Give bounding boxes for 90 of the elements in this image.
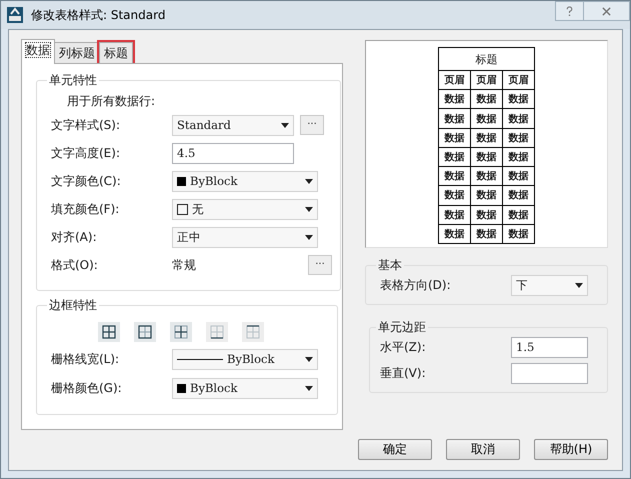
- table-cell: 数据: [439, 148, 471, 166]
- table-cell: 数据: [471, 224, 503, 243]
- header-cell-text: 页眉: [508, 74, 530, 88]
- table-cell-text: 数据: [507, 208, 530, 223]
- header-cell: 页眉: [439, 71, 471, 90]
- field-label: 文字颜色(C):: [51, 172, 122, 190]
- dialog-button[interactable]: 取消: [446, 439, 520, 460]
- field-label: 对齐(A):: [51, 228, 98, 246]
- help-button[interactable]: [555, 1, 584, 21]
- grid-border-icon: [102, 325, 116, 339]
- input-field[interactable]: 4.5: [172, 142, 294, 164]
- table-cell-text: 数据: [507, 112, 530, 127]
- group-title: 基本: [377, 257, 403, 274]
- caret-icon: [305, 356, 313, 362]
- field-value: 常规: [172, 256, 197, 274]
- field-label: 文字高度(E):: [51, 144, 121, 162]
- table-cell: 数据: [439, 206, 471, 224]
- input-field[interactable]: 1.5: [511, 336, 588, 358]
- grid-border-icon: [174, 325, 188, 339]
- table-cell: 数据: [439, 224, 471, 243]
- table-cell-text: 数据: [507, 188, 530, 204]
- field-label: 栅格颜色(G):: [51, 380, 123, 396]
- caret-icon: [305, 206, 313, 212]
- tab[interactable]: 标题: [99, 42, 133, 63]
- border-button[interactable]: [170, 322, 192, 342]
- color-swatch-icon: [177, 384, 186, 392]
- dialog-button[interactable]: 帮助(H): [534, 439, 608, 460]
- table-cell: 数据: [471, 167, 503, 186]
- table-cell-text: 数据: [507, 150, 530, 165]
- table-cell: 数据: [439, 186, 471, 205]
- line-sample-icon: [177, 358, 223, 360]
- grid-border-icon: [138, 325, 152, 339]
- group-title: 单元特性: [48, 72, 98, 89]
- dropdown[interactable]: ByBlock: [172, 378, 318, 398]
- table-cell: 数据: [471, 109, 503, 128]
- app-icon: [7, 7, 23, 23]
- table-cell: 数据: [439, 167, 471, 186]
- border-button[interactable]: [98, 322, 120, 342]
- header-cell: 页眉: [471, 71, 503, 90]
- grid-border-icon: [210, 325, 224, 339]
- table-title: 标题: [439, 48, 534, 71]
- table-cell-text: 数据: [507, 228, 530, 242]
- browse-button[interactable]: ...: [300, 115, 324, 135]
- caret-icon: [575, 282, 583, 288]
- table-cell: 数据: [471, 148, 503, 166]
- field-label: 格式(O):: [51, 256, 99, 274]
- table-cell: 数据: [471, 206, 503, 224]
- field-label: 栅格线宽(L):: [51, 350, 120, 368]
- group-note: 用于所有数据行:: [67, 93, 156, 110]
- tab[interactable]: 数据: [21, 39, 55, 64]
- table-cell-text: 数据: [507, 170, 530, 184]
- group-title: 单元边距: [377, 319, 427, 336]
- field-label: 文字样式(S):: [51, 116, 122, 134]
- close-button[interactable]: [584, 1, 630, 21]
- table-cell: 数据: [471, 90, 503, 108]
- field-label: 水平(Z):: [380, 338, 427, 356]
- caret-icon: [305, 386, 313, 390]
- border-button[interactable]: [206, 322, 228, 342]
- table-cell: 数据: [439, 90, 471, 108]
- dropdown[interactable]: ByBlock: [172, 170, 318, 192]
- dropdown[interactable]: Standard: [172, 114, 294, 136]
- field-label: 垂直(V):: [380, 364, 427, 382]
- close-icon: [602, 6, 611, 16]
- input-field[interactable]: [511, 362, 588, 384]
- dropdown[interactable]: 无: [172, 198, 318, 220]
- table-cell: 数据: [471, 186, 503, 205]
- grid-border-icon: [246, 325, 260, 339]
- tab[interactable]: 列标题: [54, 42, 100, 63]
- browse-button[interactable]: ...: [308, 255, 332, 275]
- field-label: 表格方向(D):: [380, 276, 452, 294]
- border-button[interactable]: [242, 322, 264, 342]
- caret-icon: [281, 122, 289, 128]
- table-cell: 数据: [439, 128, 471, 147]
- group-title: 边框特性: [48, 297, 98, 314]
- help-icon: [565, 6, 574, 16]
- window-title: 修改表格样式: Standard: [31, 6, 166, 24]
- table-cell: 数据: [471, 128, 503, 147]
- color-swatch-icon: [177, 176, 186, 186]
- table-cell: 数据: [439, 109, 471, 128]
- field-label: 填充颜色(F):: [51, 200, 120, 218]
- dropdown[interactable]: 下: [511, 274, 588, 296]
- dropdown[interactable]: ByBlock: [172, 348, 318, 370]
- table-cell-text: 数据: [507, 132, 530, 146]
- dropdown[interactable]: 正中: [172, 226, 318, 248]
- color-swatch-icon: [177, 204, 188, 214]
- dialog-button[interactable]: 确定: [358, 439, 432, 460]
- caret-icon: [305, 234, 313, 240]
- table-cell-text: 数据: [507, 92, 530, 108]
- caret-icon: [305, 178, 313, 184]
- border-button[interactable]: [134, 322, 156, 342]
